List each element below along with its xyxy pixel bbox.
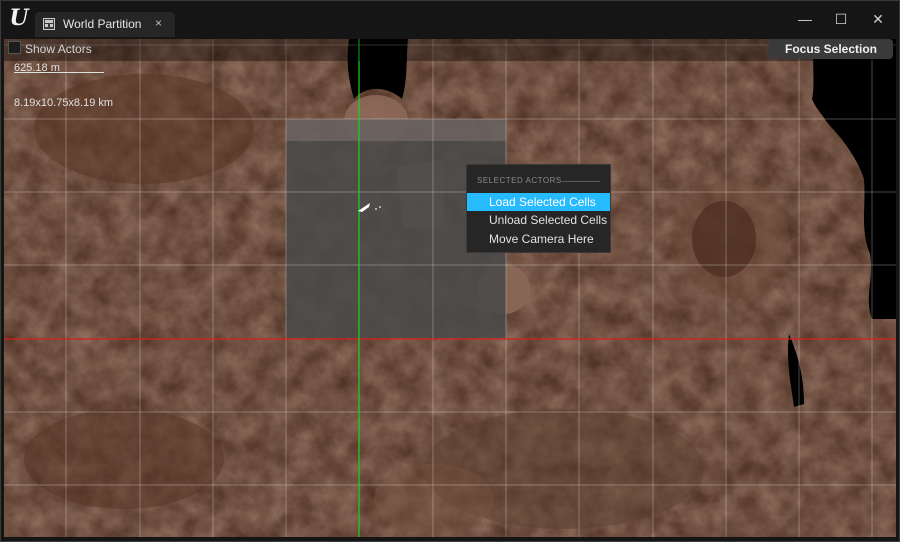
tab-label: World Partition [63, 17, 142, 31]
menu-item-load-selected-cells[interactable]: Load Selected Cells [467, 193, 610, 211]
menu-item-unload-selected-cells[interactable]: Unload Selected Cells [467, 211, 610, 229]
context-menu: SELECTED ACTORS Load Selected Cells Unlo… [466, 164, 611, 253]
tab-world-partition[interactable]: World Partition × [35, 12, 175, 37]
maximize-button[interactable]: ☐ [826, 8, 856, 30]
unreal-engine-logo-icon[interactable]: U [7, 6, 31, 30]
terrain-map[interactable] [4, 39, 896, 537]
world-dimensions-label: 8.19x10.75x8.19 km [14, 97, 114, 109]
world-partition-viewport[interactable]: Show Actors Focus Selection 625.18 m 8.1… [4, 39, 896, 537]
show-actors-checkbox[interactable] [8, 41, 21, 54]
focus-selection-button[interactable]: Focus Selection [769, 39, 893, 59]
close-button[interactable]: ✕ [863, 8, 893, 30]
scale-bar [14, 72, 104, 73]
menu-item-move-camera-here[interactable]: Move Camera Here [467, 230, 610, 248]
show-actors-label[interactable]: Show Actors [25, 42, 92, 56]
viewport-toolbar [4, 39, 896, 61]
menu-section-divider [562, 181, 600, 182]
world-partition-window: U World Partition × — ☐ ✕ Show Actors Fo… [0, 0, 900, 542]
tab-close-icon[interactable]: × [155, 16, 162, 30]
menu-section-header: SELECTED ACTORS [477, 176, 562, 185]
title-bar[interactable]: U World Partition × — ☐ ✕ [1, 1, 899, 37]
world-partition-icon [43, 18, 55, 30]
minimize-button[interactable]: — [790, 8, 820, 30]
